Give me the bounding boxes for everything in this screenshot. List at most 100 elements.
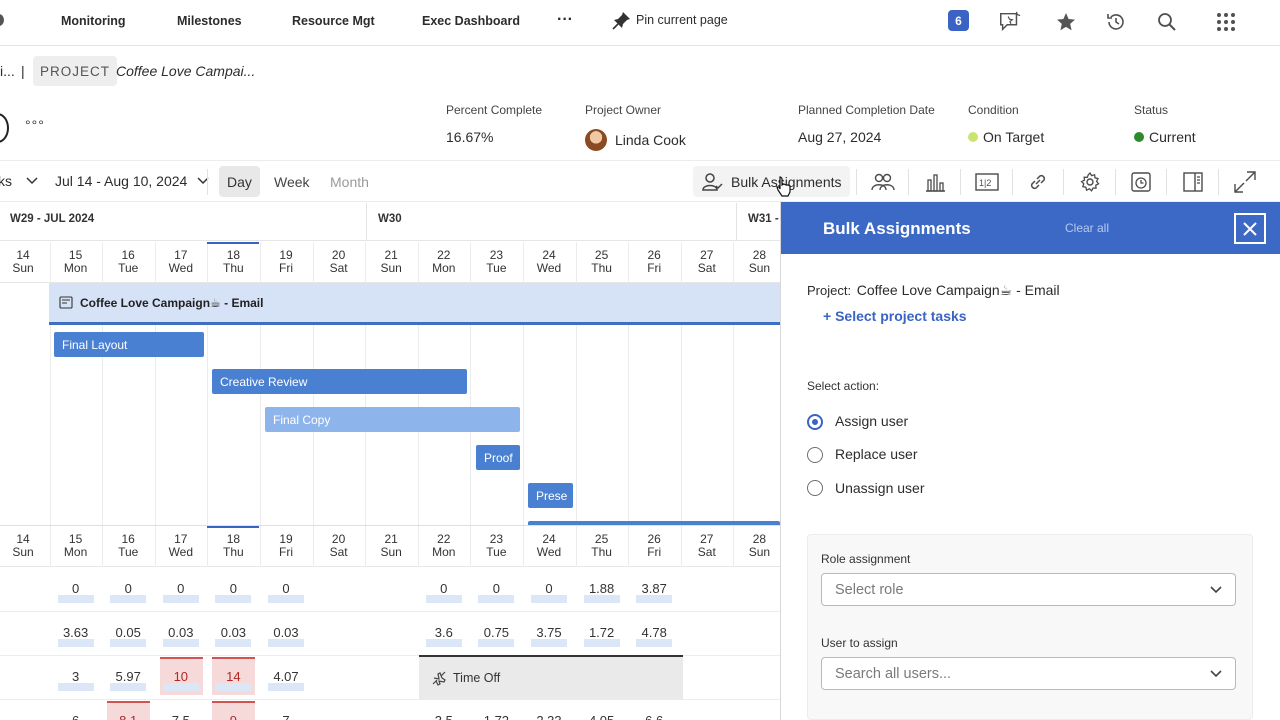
workload-value[interactable]: 0	[424, 581, 464, 596]
day-weekday: Fri	[647, 261, 662, 275]
workload-value[interactable]: 8.1	[108, 713, 148, 720]
numbers-toggle-icon[interactable]: 1|2	[974, 169, 1000, 195]
scale-month-button[interactable]: Month	[322, 166, 377, 197]
link-icon[interactable]	[1025, 169, 1051, 195]
bar-chart-icon[interactable]	[922, 169, 948, 195]
workload-value[interactable]: 0	[213, 581, 253, 596]
workload-value[interactable]: 1.88	[582, 581, 622, 596]
close-panel-button[interactable]	[1234, 213, 1266, 244]
radio-replace-user[interactable]	[807, 447, 823, 463]
day-weekday: Mon	[63, 545, 88, 559]
allocation-bar	[531, 595, 567, 603]
pin-page-button[interactable]: Pin current page	[612, 10, 728, 30]
workload-value[interactable]: 10	[161, 669, 201, 684]
workload-value[interactable]: 7	[266, 713, 306, 720]
workload-value[interactable]: 7.5	[161, 713, 201, 720]
column-divider	[470, 242, 472, 283]
owner-avatar	[585, 129, 607, 151]
favorites-star-icon[interactable]	[1054, 10, 1078, 34]
status-circle-button[interactable]	[0, 113, 9, 143]
workload-value[interactable]: 0	[476, 581, 516, 596]
status-dot	[1134, 132, 1144, 142]
day-weekday: Tue	[486, 545, 507, 559]
expand-fullscreen-icon[interactable]	[1232, 169, 1258, 195]
day-header-28: 28 Sun	[733, 249, 780, 275]
more-actions-button[interactable]: °°°	[25, 117, 45, 133]
workload-value[interactable]: 6.6	[634, 713, 674, 720]
date-range-selector[interactable]: Jul 14 - Aug 10, 2024	[55, 173, 209, 189]
workload-value[interactable]: 4.78	[634, 625, 674, 640]
workload-value[interactable]: 3	[56, 669, 96, 684]
workload-value[interactable]: 0	[266, 581, 306, 596]
team-users-icon[interactable]	[870, 169, 896, 195]
workload-value[interactable]: 9	[213, 713, 253, 720]
scale-day-button[interactable]: Day	[219, 166, 260, 197]
task-bar-final-copy[interactable]: Final Copy	[265, 407, 520, 432]
notification-badge[interactable]: 6	[948, 10, 969, 31]
nav-monitoring[interactable]: Monitoring	[61, 14, 126, 28]
user-search-select[interactable]: Search all users...	[821, 657, 1236, 690]
scale-week-button[interactable]: Week	[266, 166, 318, 197]
day-weekday: Sun	[12, 261, 34, 275]
search-icon[interactable]	[1155, 10, 1179, 34]
workload-value[interactable]: 0	[56, 581, 96, 596]
workload-value[interactable]: 0	[161, 581, 201, 596]
workload-value[interactable]: 1.72	[582, 625, 622, 640]
day-header-28: 28 Sun	[733, 533, 780, 559]
workload-value[interactable]: 0.05	[108, 625, 148, 640]
workload-value[interactable]: 0.03	[161, 625, 201, 640]
workload-value[interactable]: 14	[213, 669, 253, 684]
allocation-bar	[268, 595, 304, 603]
nav-milestones[interactable]: Milestones	[177, 14, 242, 28]
allocation-bar	[583, 639, 620, 647]
radio-unassign-user[interactable]	[807, 480, 823, 496]
task-bar-presentation[interactable]: Prese	[528, 483, 573, 508]
role-select[interactable]: Select role	[821, 573, 1236, 606]
workload-value[interactable]: 4.07	[266, 669, 306, 684]
whats-new-icon[interactable]	[998, 10, 1022, 34]
breadcrumb-previous[interactable]: i...	[0, 63, 15, 79]
workload-value[interactable]: 3.75	[529, 625, 569, 640]
nav-exec-dashboard[interactable]: Exec Dashboard	[422, 14, 520, 28]
radio-assign-user[interactable]	[807, 414, 823, 430]
project-owner-value[interactable]: Linda Cook	[585, 129, 686, 151]
allocation-bar	[57, 595, 94, 603]
workload-value[interactable]: 3.5	[424, 713, 464, 720]
workload-value[interactable]: 3.63	[56, 625, 96, 640]
workload-value[interactable]: 0.03	[266, 625, 306, 640]
task-bar-creative-review[interactable]: Creative Review	[212, 369, 467, 394]
workload-value[interactable]: 0	[108, 581, 148, 596]
workload-value[interactable]: 0	[529, 581, 569, 596]
app-launcher-grid-icon[interactable]	[1214, 10, 1238, 34]
nav-more-button[interactable]: ···	[557, 11, 573, 29]
column-divider	[523, 526, 524, 567]
column-divider	[470, 526, 472, 567]
workload-value[interactable]: 6	[56, 713, 96, 720]
app-icon-partial[interactable]	[0, 14, 4, 26]
project-summary-row[interactable]: Coffee Love Campaign☕ - Email	[49, 283, 780, 325]
clear-all-button[interactable]: Clear all	[1065, 221, 1109, 235]
workload-value[interactable]: 1.72	[476, 713, 516, 720]
breadcrumb-project-name[interactable]: Coffee Love Campai...	[116, 63, 255, 79]
select-project-tasks-link[interactable]: + Select project tasks	[823, 308, 967, 324]
workload-value[interactable]: 2.33	[529, 713, 569, 720]
bulk-assignments-button[interactable]: Bulk Assignments	[693, 166, 850, 197]
workload-value[interactable]: 5.97	[108, 669, 148, 684]
workload-value[interactable]: 0.75	[476, 625, 516, 640]
settings-gear-icon[interactable]	[1077, 169, 1103, 195]
workload-value[interactable]: 0.03	[213, 625, 253, 640]
nav-resource-mgt[interactable]: Resource Mgt	[292, 14, 375, 28]
time-off-block: Time Off	[419, 655, 683, 699]
day-weekday: Mon	[63, 261, 88, 275]
column-divider	[628, 526, 630, 567]
timesheet-icon[interactable]	[1128, 169, 1154, 195]
recents-history-icon[interactable]	[1104, 10, 1128, 34]
view-selector[interactable]: ks	[0, 173, 38, 189]
workload-value[interactable]: 3.87	[634, 581, 674, 596]
workload-value[interactable]: 4.05	[582, 713, 622, 720]
side-panel-icon[interactable]	[1180, 169, 1206, 195]
week-label-w29: W29 - JUL 2024	[10, 213, 95, 225]
task-bar-proof[interactable]: Proof	[476, 445, 520, 470]
workload-value[interactable]: 3.6	[424, 625, 464, 640]
task-bar-final-layout[interactable]: Final Layout	[54, 332, 204, 357]
